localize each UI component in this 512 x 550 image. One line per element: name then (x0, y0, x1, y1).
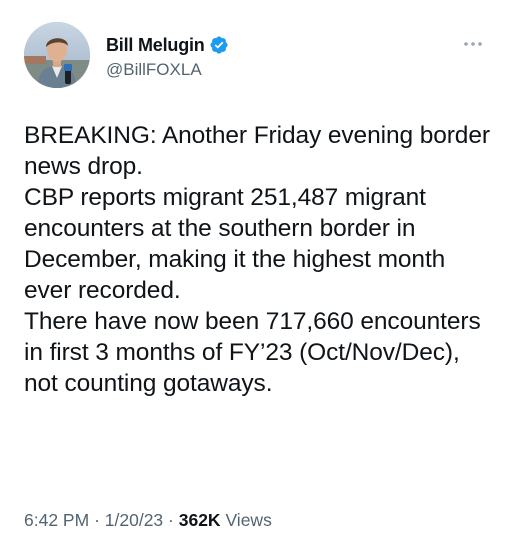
author-names: Bill Melugin @BillFOXLA (106, 34, 229, 80)
tweet-meta: 6:42 PM · 1/20/23 · 362K Views (24, 510, 272, 531)
meta-separator: · (168, 510, 174, 530)
verified-badge-icon (209, 35, 229, 55)
tweet-paragraph: There have now been 717,660 encounters i… (24, 308, 481, 397)
more-options-icon[interactable] (462, 36, 484, 46)
author-handle[interactable]: @BillFOXLA (106, 60, 229, 80)
tweet-header: Bill Melugin @BillFOXLA (24, 22, 488, 94)
tweet-date[interactable]: 1/20/23 (105, 510, 163, 530)
display-name[interactable]: Bill Melugin (106, 35, 205, 56)
tweet-time[interactable]: 6:42 PM (24, 510, 89, 530)
author-avatar[interactable] (24, 22, 90, 88)
tweet-text: BREAKING: Another Friday evening border … (24, 120, 494, 399)
avatar-photo-icon (24, 22, 90, 88)
views-count[interactable]: 362K (179, 510, 221, 530)
tweet-paragraph: CBP reports migrant 251,487 migrant enco… (24, 184, 446, 304)
tweet-paragraph: BREAKING: Another Friday evening border … (24, 122, 490, 180)
meta-separator: · (94, 510, 100, 530)
tweet-card: Bill Melugin @BillFOXLA BREAKING: Anothe… (0, 0, 512, 550)
views-label: Views (225, 510, 272, 530)
display-name-row: Bill Melugin (106, 34, 229, 56)
